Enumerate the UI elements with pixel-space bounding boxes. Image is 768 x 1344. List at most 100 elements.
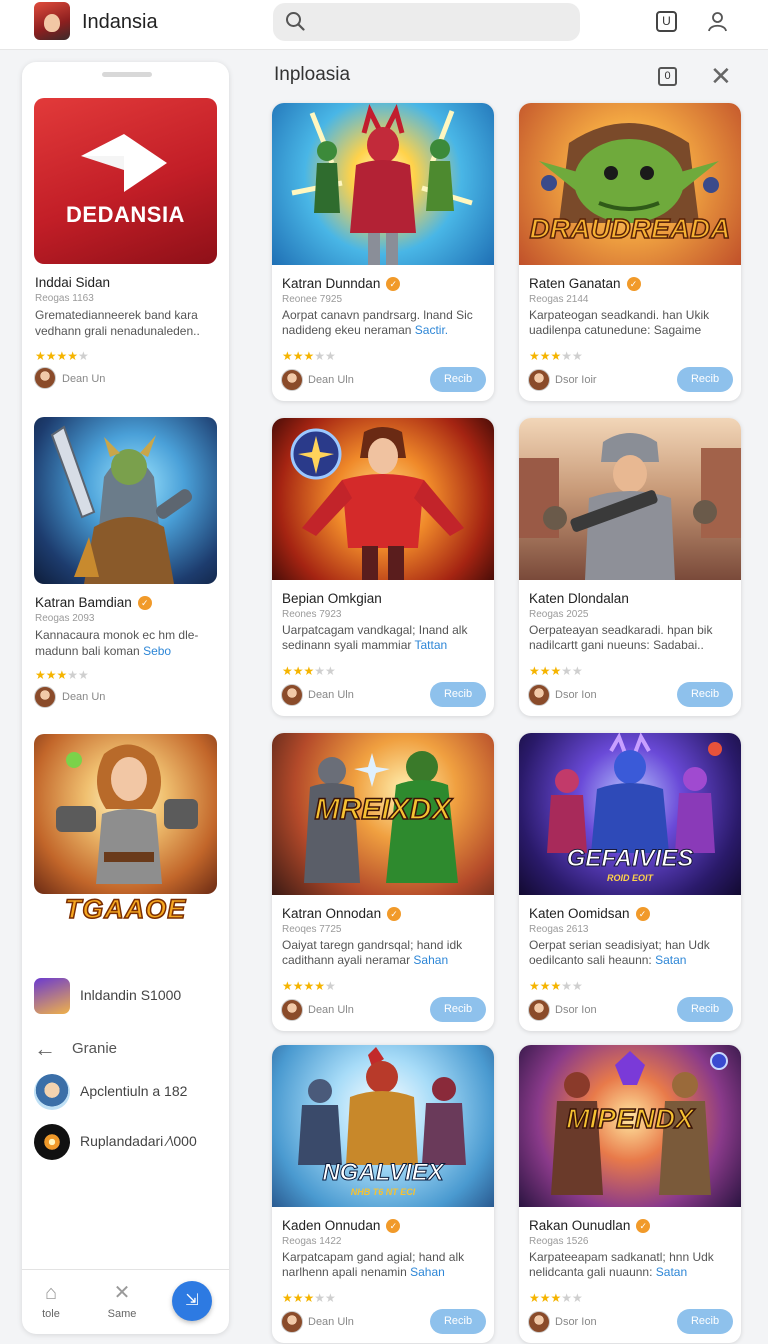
card-title[interactable]: Bepian Omkgian: [282, 591, 382, 606]
game-card-image[interactable]: MREIXDX: [272, 733, 494, 895]
star-rating: ★★★★★: [529, 349, 583, 363]
author-name: Dean Un: [62, 691, 106, 703]
back-arrow-icon[interactable]: ←: [34, 1037, 56, 1061]
featured-card-image[interactable]: DEDANSIA: [34, 98, 217, 264]
game-card[interactable]: Bepian Omkgian Reones 7923 Uarpatcagam v…: [272, 418, 494, 716]
star-rating: ★★★★★: [282, 349, 336, 363]
card-title[interactable]: Raten Ganatan ✓: [529, 276, 641, 291]
author-avatar: [281, 369, 303, 391]
description-link[interactable]: Satan: [656, 1265, 687, 1279]
compose-button[interactable]: ⇲: [172, 1281, 212, 1321]
back-row[interactable]: ← Granie: [34, 1037, 224, 1063]
verified-badge-icon: ✓: [635, 907, 650, 921]
recib-button[interactable]: Recib: [430, 1309, 486, 1334]
game-card-image[interactable]: NGALVIEX NHB T6 NT ECI: [272, 1045, 494, 1207]
star-rating: ★★★★★: [529, 979, 583, 993]
list-item[interactable]: Ruplandadari ∕\000: [34, 1122, 224, 1162]
description-link[interactable]: Satan: [655, 953, 686, 967]
close-icon[interactable]: ✕: [710, 63, 732, 89]
card-title[interactable]: Katran Dunndan ✓: [282, 276, 401, 291]
verified-badge-icon: ✓: [386, 1219, 401, 1233]
card-title[interactable]: Inddai Sidan: [35, 275, 110, 290]
verified-badge-icon: ✓: [636, 1219, 651, 1233]
game-card-image[interactable]: [272, 418, 494, 580]
star-rating: ★★★★★: [529, 664, 583, 678]
bottom-navigation: ⌂ tole ✕ Same ⇲: [22, 1269, 229, 1334]
nav-home[interactable]: ⌂ tole: [26, 1282, 76, 1320]
card-title[interactable]: Katen Dlondalan: [529, 591, 629, 606]
verified-badge-icon: ✓: [137, 596, 152, 610]
card-description: Oerpateayan seadkaradi. hpan bik nadilca…: [529, 623, 713, 652]
notification-box-icon[interactable]: U: [656, 11, 677, 32]
star-rating: ★★★★★: [35, 668, 89, 682]
app-logo[interactable]: [34, 2, 70, 40]
user-icon[interactable]: [707, 11, 728, 32]
card-title[interactable]: Katran Bamdian ✓: [35, 595, 152, 610]
game-card-image[interactable]: MIPENDX: [519, 1045, 741, 1207]
warrior-artwork: [50, 425, 193, 584]
card-title[interactable]: Katen Oomidsan ✓: [529, 906, 650, 921]
author-avatar: [528, 999, 550, 1021]
drag-handle[interactable]: [102, 72, 152, 77]
verified-badge-icon: ✓: [386, 277, 401, 291]
search-input[interactable]: [273, 3, 580, 41]
verified-badge-icon: ✓: [387, 907, 402, 921]
card-meta: Reogas 2025: [529, 609, 589, 620]
recib-button[interactable]: Recib: [430, 997, 486, 1022]
author-name: Dsor Ion: [555, 689, 597, 701]
game-card-image[interactable]: GEFAIVIES ROID EOIT: [519, 733, 741, 895]
star-rating: ★★★★★: [282, 664, 336, 678]
game-card[interactable]: MREIXDX Katran Onnodan ✓ Reoqes 7725 Oaiy…: [272, 733, 494, 1031]
card-title[interactable]: Rakan Ounudlan ✓: [529, 1218, 651, 1233]
nav-same-label: Same: [107, 1308, 137, 1320]
section-title: Inploasia: [274, 64, 351, 85]
game-card-image[interactable]: DRAUDREADA: [519, 103, 741, 265]
home-icon: ⌂: [44, 1282, 58, 1304]
card-art-title: NGALVIEX: [322, 1159, 444, 1187]
close-x-icon: ✕: [113, 1282, 131, 1304]
counter-box-icon[interactable]: 0: [658, 67, 677, 86]
author-avatar: [281, 999, 303, 1021]
recib-button[interactable]: Recib: [430, 367, 486, 392]
game-card[interactable]: GEFAIVIES ROID EOIT Katen Oomidsan ✓ Reog…: [519, 733, 741, 1031]
list-item[interactable]: Apclentiuln a 182: [34, 1072, 224, 1112]
author-name: Dsor Ion: [555, 1004, 597, 1016]
back-label: Granie: [72, 1040, 118, 1057]
card-meta: Reones 7923: [282, 609, 342, 620]
promo-banner[interactable]: [34, 734, 217, 894]
game-card[interactable]: Katran Dunndan ✓ Reonee 7925 Aorpat canav…: [272, 103, 494, 401]
card-art-subtitle: ROID EOIT: [606, 873, 653, 883]
recib-button[interactable]: Recib: [677, 367, 733, 392]
game-card[interactable]: DRAUDREADA Raten Ganatan ✓ Reogas 2144 Ka…: [519, 103, 741, 401]
card-meta: Reonee 7925: [282, 294, 343, 305]
description-link[interactable]: Sahan: [413, 953, 448, 967]
card-title[interactable]: Kaden Onnudan ✓: [282, 1218, 401, 1233]
card-title[interactable]: Katran Onnodan ✓: [282, 906, 402, 921]
list-item[interactable]: Inldandin S1000: [34, 976, 224, 1016]
game-card-image[interactable]: [519, 418, 741, 580]
description-link[interactable]: Sactir.: [415, 323, 448, 337]
game-card[interactable]: Katen Dlondalan Reogas 2025 Oerpateayan …: [519, 418, 741, 716]
author-name: Dean Uln: [308, 1004, 354, 1016]
game-card[interactable]: NGALVIEX NHB T6 NT ECI Kaden Onnudan ✓ Re…: [272, 1045, 494, 1343]
left-side-panel: DEDANSIA Inddai Sidan Reogas 1163 Gremat…: [22, 62, 229, 1334]
card-description: Kannacaura monok ec hm dle-madunn bali k…: [35, 628, 199, 658]
search-icon[interactable]: [285, 11, 305, 31]
star-rating: ★★★★★: [529, 1291, 583, 1305]
description-link[interactable]: Sahan: [410, 1265, 445, 1279]
game-card-image[interactable]: [34, 417, 217, 584]
game-card-image[interactable]: [272, 103, 494, 265]
recib-button[interactable]: Recib: [677, 682, 733, 707]
card-meta: Reogas 1422: [282, 1236, 342, 1247]
description-link[interactable]: Tattan: [415, 638, 448, 652]
recib-button[interactable]: Recib: [677, 1309, 733, 1334]
recib-button[interactable]: Recib: [677, 997, 733, 1022]
nav-same[interactable]: ✕ Same: [97, 1282, 147, 1320]
star-rating: ★★★★★: [35, 349, 89, 363]
card-meta: Reogas 1526: [529, 1236, 589, 1247]
play-logo-icon: [81, 134, 167, 192]
top-bar: Indansia U: [0, 0, 768, 50]
avatar-icon: [34, 1074, 70, 1110]
recib-button[interactable]: Recib: [430, 682, 486, 707]
game-card[interactable]: MIPENDX Rakan Ounudlan ✓ Reogas 1526 Karp…: [519, 1045, 741, 1343]
